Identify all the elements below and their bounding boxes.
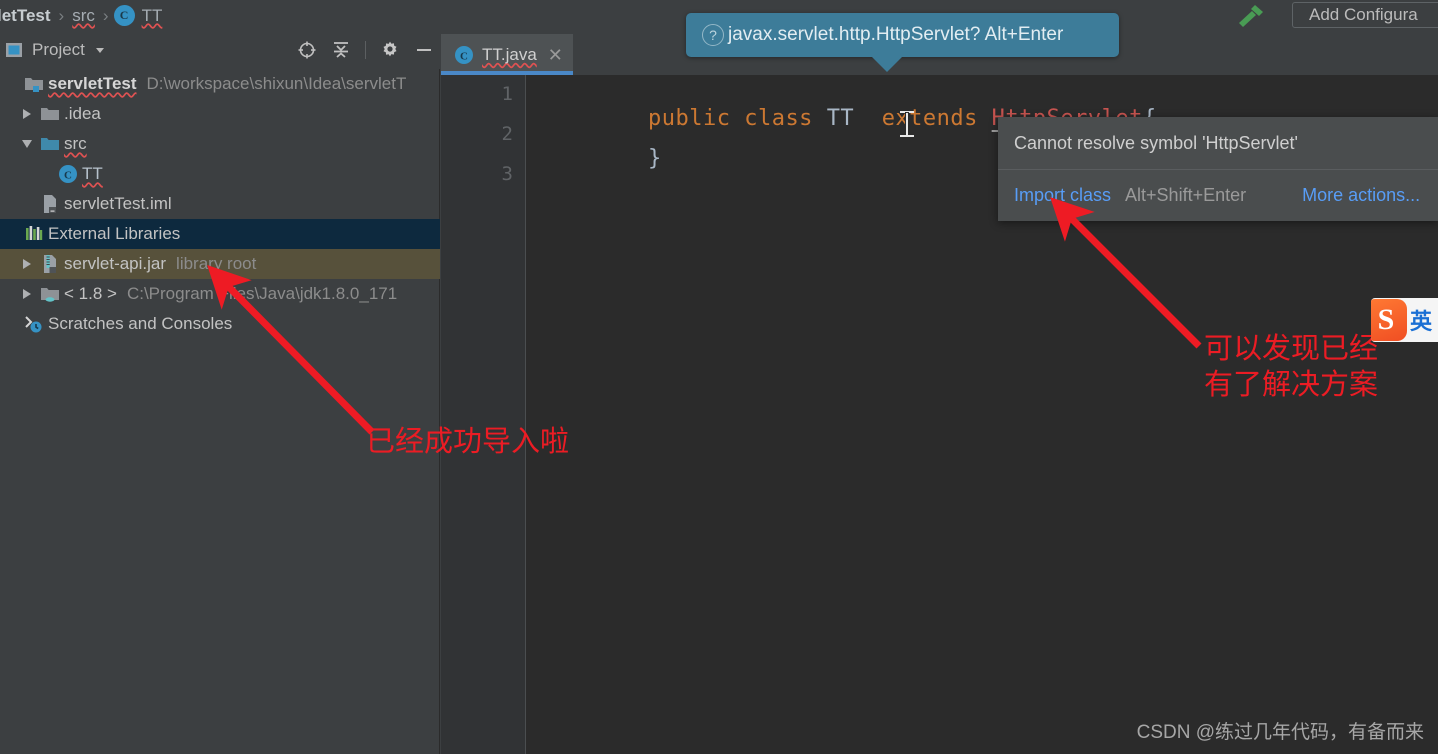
tree-label: servletTest xyxy=(48,74,137,93)
project-folder-icon xyxy=(22,75,46,93)
twisty-collapsed-icon[interactable] xyxy=(16,289,38,299)
tree-row-iml[interactable]: servletTest.iml xyxy=(0,189,440,219)
svg-text:C: C xyxy=(64,170,72,182)
line-number: 1 xyxy=(501,83,513,105)
tree-row-jdk[interactable]: < 1.8 > C:\Program Files\Java\jdk1.8.0_1… xyxy=(0,279,440,309)
build-button[interactable] xyxy=(1230,0,1270,31)
token-class-name: TT xyxy=(826,106,855,131)
close-icon[interactable]: ✕ xyxy=(548,46,563,64)
more-actions-link[interactable]: More actions... xyxy=(1302,185,1420,206)
project-panel-toolbar xyxy=(297,31,434,69)
bubble-tail xyxy=(872,57,902,72)
project-panel-icon xyxy=(6,43,22,57)
hide-panel-icon[interactable] xyxy=(414,40,434,60)
watermark-text: CSDN @练过几年代码，有备而来 xyxy=(1136,722,1424,743)
token-keyword-extends: extends xyxy=(881,106,978,131)
chevron-down-icon[interactable] xyxy=(93,43,107,57)
line-number: 2 xyxy=(501,123,513,145)
breadcrumb-item-src[interactable]: src xyxy=(67,0,100,31)
locate-icon[interactable] xyxy=(297,40,317,60)
project-sidebar: Project servletTest D:\workspace\shixun\… xyxy=(0,31,440,754)
twisty-collapsed-icon[interactable] xyxy=(16,259,38,269)
tree-row-servletTest[interactable]: servletTest D:\workspace\shixun\Idea\ser… xyxy=(0,69,440,99)
settings-gear-icon[interactable] xyxy=(380,40,400,60)
external-libraries-icon xyxy=(22,225,46,243)
quickfix-actions: Import class Alt+Shift+Enter More action… xyxy=(998,170,1438,221)
question-mark-icon: ? xyxy=(702,24,724,46)
ide-window: letTest › src › C TT Add Configura Proje… xyxy=(0,0,1438,754)
tree-label: TT xyxy=(82,164,103,183)
tree-label: servletTest.iml xyxy=(64,194,172,213)
tree-label: src xyxy=(64,134,87,153)
hammer-icon xyxy=(1239,4,1263,27)
import-class-shortcut: Alt+Shift+Enter xyxy=(1125,185,1247,205)
add-configuration-button[interactable]: Add Configura xyxy=(1292,2,1438,28)
tree-label: < 1.8 > xyxy=(64,284,117,303)
breadcrumb-item-class[interactable]: TT xyxy=(137,0,168,31)
source-folder-icon xyxy=(38,135,62,153)
twisty-collapsed-icon[interactable] xyxy=(16,109,38,119)
sogou-logo-letter: S xyxy=(1377,303,1395,336)
jar-icon xyxy=(38,254,62,274)
token-keyword-class: class xyxy=(744,106,813,131)
tree-sublabel: C:\Program Files\Java\jdk1.8.0_171 xyxy=(126,284,398,303)
twisty-expanded-icon[interactable] xyxy=(16,140,38,148)
project-panel-header: Project xyxy=(0,31,440,69)
breadcrumb-separator: › xyxy=(102,6,109,25)
editor-tab-TT-java[interactable]: C TT.java ✕ xyxy=(441,34,573,75)
tree-row-servlet-api-jar[interactable]: servlet-api.jar library root xyxy=(0,249,440,279)
collapse-all-icon[interactable] xyxy=(331,40,351,60)
class-icon: C xyxy=(56,163,80,185)
quickfix-popup[interactable]: Cannot resolve symbol 'HttpServlet' Impo… xyxy=(998,117,1438,221)
sogou-logo-icon: S xyxy=(1370,299,1407,341)
tree-sublabel: D:\workspace\shixun\Idea\servletT xyxy=(146,74,407,93)
text-cursor-icon xyxy=(900,111,914,137)
tree-row-TT[interactable]: C TT xyxy=(0,159,440,189)
intention-hint-text: javax.servlet.http.HttpServlet? Alt+Ente… xyxy=(728,24,1064,45)
breadcrumb: letTest › src › C TT xyxy=(0,0,167,31)
quickfix-message: Cannot resolve symbol 'HttpServlet' xyxy=(1014,132,1298,153)
class-icon: C xyxy=(113,5,135,26)
code-line-2: } xyxy=(538,121,662,196)
java-class-icon: C xyxy=(455,45,473,64)
import-success-note: 已经成功导入啦 xyxy=(366,424,570,458)
project-tree: servletTest D:\workspace\shixun\Idea\ser… xyxy=(0,69,440,339)
breadcrumb-item-project[interactable]: letTest xyxy=(0,0,56,31)
ime-mode-label[interactable]: 英 xyxy=(1410,304,1432,336)
add-configuration-label: Add Configura xyxy=(1309,5,1418,24)
folder-icon xyxy=(38,105,62,123)
iml-file-icon xyxy=(38,194,62,214)
breadcrumb-separator: › xyxy=(58,6,65,25)
tree-label: Scratches and Consoles xyxy=(48,314,233,333)
line-number: 3 xyxy=(501,163,513,185)
tree-row-external-libraries[interactable]: External Libraries xyxy=(0,219,440,249)
ime-floating-bar[interactable]: S 英 xyxy=(1370,298,1438,342)
import-class-action[interactable]: Import class xyxy=(1014,185,1111,206)
jdk-folder-icon xyxy=(38,285,62,303)
project-panel-label: Project xyxy=(32,40,85,59)
tree-label: servlet-api.jar xyxy=(64,254,167,273)
tree-row-idea[interactable]: .idea xyxy=(0,99,440,129)
editor-gutter: 1 2 3 xyxy=(441,75,525,754)
tree-sublabel: library root xyxy=(176,254,257,273)
tree-row-src[interactable]: src xyxy=(0,129,440,159)
intention-hint-bubble[interactable]: ? javax.servlet.http.HttpServlet? Alt+En… xyxy=(686,13,1119,72)
editor-tab-label: TT.java xyxy=(482,44,537,64)
scratches-icon xyxy=(22,314,46,334)
tree-row-scratches[interactable]: Scratches and Consoles xyxy=(0,309,440,339)
project-panel-title[interactable]: Project xyxy=(0,40,107,60)
token-brace-close: } xyxy=(647,146,662,171)
toolbar-divider xyxy=(365,41,366,59)
tree-label: .idea xyxy=(64,104,101,123)
svg-text:C: C xyxy=(460,50,468,62)
tree-label: External Libraries xyxy=(48,224,181,243)
solution-found-note: 可以发现已经 有了解决方案 xyxy=(1204,331,1379,401)
